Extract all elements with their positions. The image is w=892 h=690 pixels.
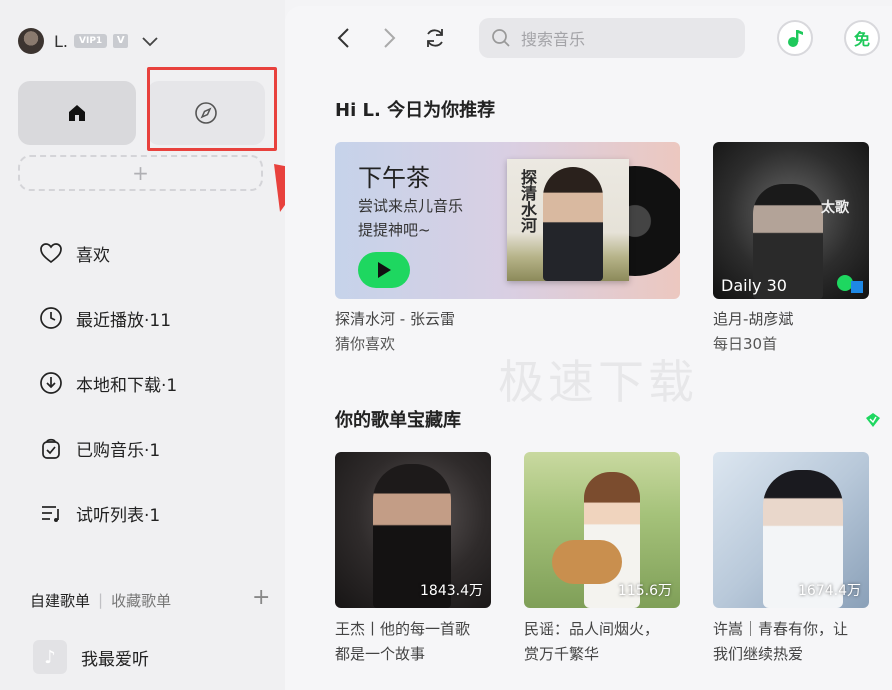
daily-30-card[interactable]: 太歌 Daily 30 [713,142,869,299]
chevron-down-icon[interactable] [140,31,160,51]
menu-item-label: 本地和下载·1 [76,375,178,396]
username[interactable]: L. [54,32,68,51]
playlist-card[interactable]: 115.6万 [524,452,680,608]
menu-item-label: 喜欢 [76,245,110,266]
daily-30-label: Daily 30 [721,276,787,295]
guitar-image [552,540,622,584]
watermark-text: 极速下载 [498,355,698,409]
daily-caption-tag: 每日30首 [713,335,778,353]
refresh-icon [427,29,443,47]
verified-badge[interactable]: V [113,34,129,48]
music-note-icon [788,30,803,47]
menu-item-label: 已购音乐·1 [76,440,161,461]
album-cover-text: 探清水河 [518,169,537,233]
search-bar[interactable]: 搜索音乐 [479,18,745,58]
playlist-name: 我最爱听 [81,649,149,670]
reco-card-title: 下午茶 [358,164,430,192]
menu-item-label: 最近播放·11 [76,310,172,331]
forward-button[interactable] [375,24,403,52]
playlist-tabs: 自建歌单 | 收藏歌单 [30,588,171,612]
play-count: 1674.4万 [798,583,861,599]
music-note-icon: ♪ [33,640,67,674]
play-count: 1843.4万 [420,583,483,599]
discover-nav-button[interactable] [147,81,265,145]
play-button[interactable] [358,252,410,288]
treasure-title: 你的歌单宝藏库 [335,410,461,431]
daily-caption[interactable]: 追月-胡彦斌 每日30首 [713,307,793,357]
reco-caption-tag: 猜你喜欢 [335,335,396,353]
search-icon [492,29,510,47]
vip-diamond-icon[interactable] [865,412,881,428]
purchased-icon [38,435,64,461]
heart-icon [38,240,64,266]
menu-item-like[interactable]: 喜欢 [38,239,110,267]
download-icon [38,370,64,396]
daily-art-text: 太歌 [821,200,849,216]
chevron-left-icon [337,28,349,48]
back-button[interactable] [330,24,358,52]
recommend-title: Hi L. 今日为你推荐 [335,100,496,121]
playlist-item[interactable]: ♪ 我最爱听 [33,640,149,674]
add-playlist-button[interactable]: + [252,586,270,610]
chevron-right-icon [384,28,396,48]
playlist-title-line: 都是一个故事 [335,645,426,663]
playlist-card[interactable]: 1843.4万 [335,452,491,608]
reco-caption-song: 探清水河 - 张云雷 [335,310,455,328]
reco-card-subtitle: 尝试来点儿音乐提提神吧~ [358,197,464,239]
home-icon [69,105,85,121]
menu-item-local-download[interactable]: 本地和下载·1 [38,369,177,397]
playlist-card[interactable]: 1674.4万 [713,452,869,608]
clock-icon [38,305,64,331]
main-panel: 搜索音乐 免 Hi L. 今日为你推荐 下午茶 尝试来点儿音乐提提神吧~ 探清水… [285,6,892,690]
menu-item-recent[interactable]: 最近播放·11 [38,304,171,332]
playlist-caption[interactable]: 民谣：品人间烟火， 赏万千繁华 [524,617,659,667]
tab-separator: | [98,591,104,609]
add-label: + [132,161,149,185]
play-count: 115.6万 [617,583,672,599]
playlist-title-line: 民谣：品人间烟火， [524,620,660,638]
playlist-caption[interactable]: 王杰丨他的每一首歌 都是一个故事 [335,617,470,667]
search-placeholder: 搜索音乐 [521,30,586,49]
music-recognition-button[interactable] [777,20,813,56]
playlist-title-line: 赏万千繁华 [524,645,600,663]
playlist-icon [38,500,64,526]
playlist-title-line: 许嵩｜青春有你，让 [713,620,849,638]
free-mode-button[interactable]: 免 [844,20,880,56]
play-icon [378,262,391,278]
vip-badge[interactable]: VIP1 [74,34,108,48]
compass-icon [195,102,217,124]
playlist-title-line: 我们继续热爱 [713,645,804,663]
daily-logo-icon [837,275,863,293]
user-row[interactable]: L. VIP1 V [18,28,160,54]
refresh-button[interactable] [421,24,449,52]
tab-collected-playlists[interactable]: 收藏歌单 [111,590,171,611]
daily-caption-song: 追月-胡彦斌 [713,310,794,328]
sidebar: L. VIP1 V + 喜欢 最近播放·11 本地和下载·1 已购音乐·1 试听… [0,0,285,690]
add-nav-button[interactable]: + [18,155,263,191]
album-cover-image: 探清水河 [507,159,629,281]
tab-created-playlists[interactable]: 自建歌单 [30,590,90,611]
avatar[interactable] [18,28,44,54]
playlist-caption[interactable]: 许嵩｜青春有你，让 我们继续热爱 [713,617,848,667]
playlist-title-line: 王杰丨他的每一首歌 [335,620,471,638]
menu-item-purchased[interactable]: 已购音乐·1 [38,434,160,462]
menu-item-trial-list[interactable]: 试听列表·1 [38,499,160,527]
menu-item-label: 试听列表·1 [76,505,161,526]
home-nav-button[interactable] [18,81,136,145]
reco-caption[interactable]: 探清水河 - 张云雷 猜你喜欢 [335,307,455,357]
recommend-card[interactable]: 下午茶 尝试来点儿音乐提提神吧~ 探清水河 [335,142,680,299]
album-artist-image [543,167,603,281]
free-label: 免 [853,30,870,49]
